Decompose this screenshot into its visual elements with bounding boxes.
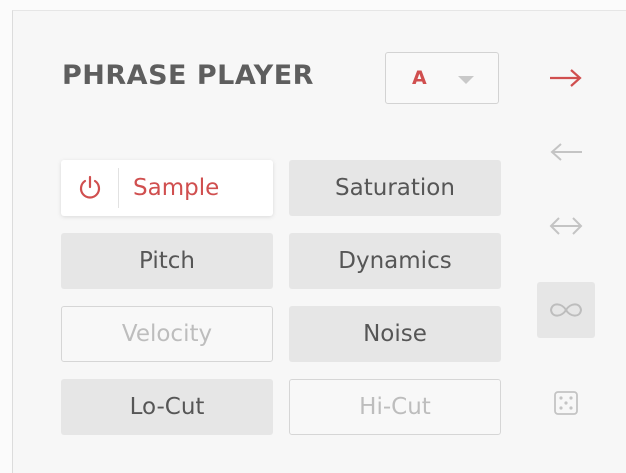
pitch-label: Pitch [139,248,195,274]
random-mode-button[interactable] [542,383,590,423]
noise-label: Noise [363,321,427,347]
preset-value: A [412,67,427,89]
noise-button[interactable]: Noise [289,306,501,362]
panel-title: PHRASE PLAYER [62,60,314,91]
dynamics-button[interactable]: Dynamics [289,233,501,289]
dice-icon [554,391,578,415]
pitch-button[interactable]: Pitch [61,233,273,289]
power-icon [79,175,100,199]
loop-mode-button[interactable] [537,282,595,338]
chevron-down-icon [458,76,474,84]
arrow-right-icon [550,69,582,87]
infinity-icon [549,303,583,317]
lo-cut-label: Lo-Cut [129,394,205,420]
lo-cut-button[interactable]: Lo-Cut [61,379,273,435]
velocity-button[interactable]: Velocity [61,306,273,362]
sample-button[interactable]: Sample [61,160,273,216]
hi-cut-button[interactable]: Hi-Cut [289,379,501,435]
reverse-mode-button[interactable] [542,132,590,172]
saturation-label: Saturation [335,175,455,201]
ping-pong-mode-button[interactable] [542,206,590,246]
saturation-button[interactable]: Saturation [289,160,501,216]
sample-label: Sample [133,175,220,201]
preset-select[interactable]: A [385,52,499,104]
power-toggle[interactable] [61,168,119,208]
arrow-left-right-icon [549,217,583,235]
hi-cut-label: Hi-Cut [359,394,431,420]
arrow-left-icon [550,143,582,161]
forward-mode-button[interactable] [542,58,590,98]
dynamics-label: Dynamics [338,248,452,274]
velocity-label: Velocity [121,321,213,347]
